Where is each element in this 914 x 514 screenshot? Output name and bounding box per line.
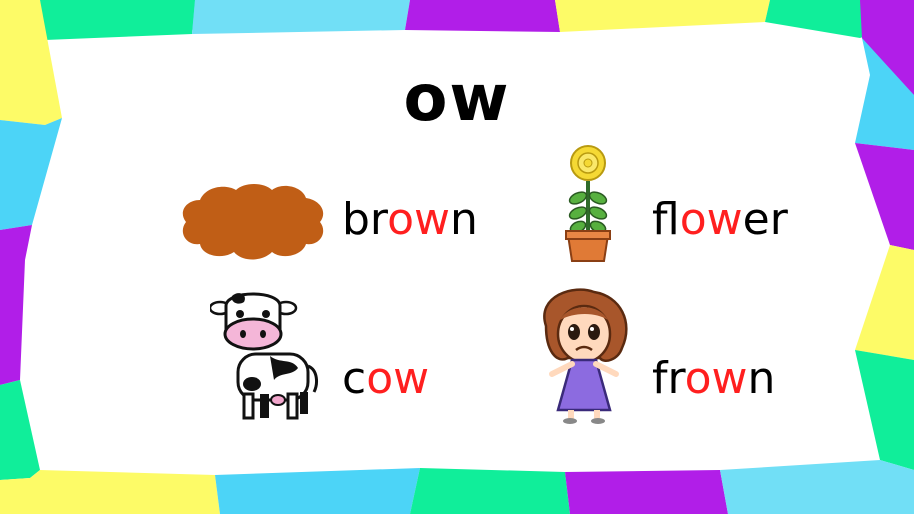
frowning-girl-icon	[543, 288, 628, 424]
word-brown: brown	[342, 194, 478, 245]
page-title: ow	[403, 62, 511, 136]
word-frown: frown	[652, 353, 776, 404]
word-flower: flower	[652, 194, 788, 245]
cow-icon	[210, 292, 318, 420]
flower-pot-icon	[565, 145, 611, 262]
word-cow: cow	[342, 353, 430, 404]
brown-blob-icon	[182, 184, 324, 260]
